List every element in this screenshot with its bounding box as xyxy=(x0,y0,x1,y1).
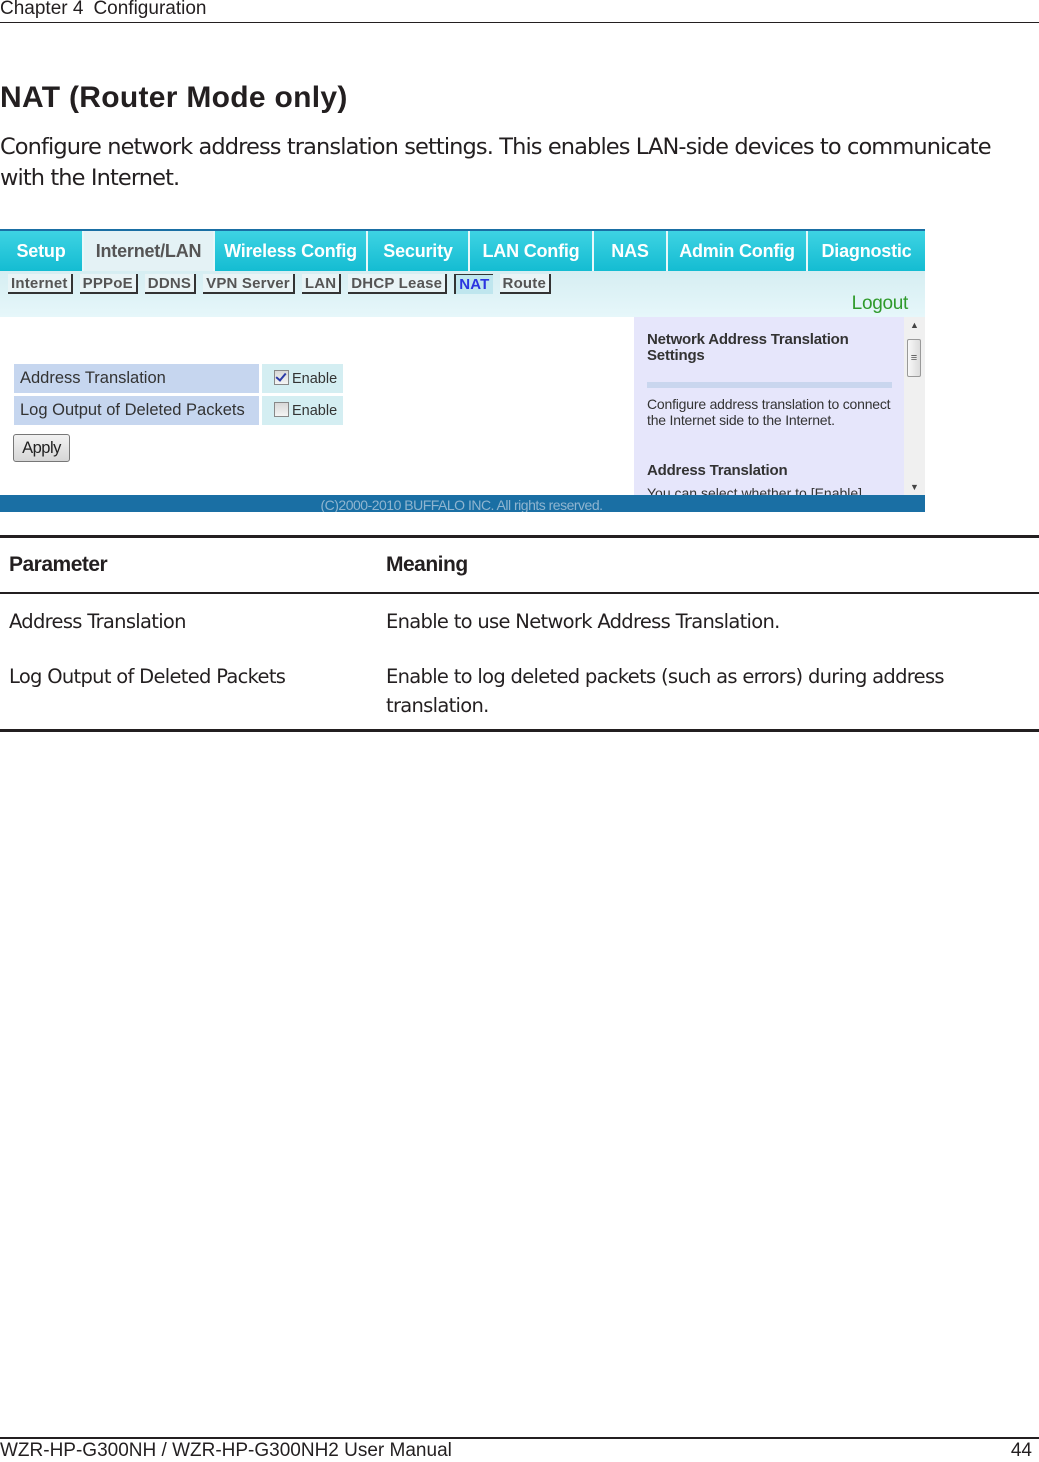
tab-internet-lan[interactable]: Internet/LAN xyxy=(84,231,215,271)
help-title: Network Address Translation Settings xyxy=(647,331,849,364)
help-text-truncated: You can select whether to [Enable] xyxy=(647,485,863,495)
subtab-pppoe[interactable]: PPPoE xyxy=(79,274,138,294)
checkbox-label: Enable xyxy=(292,371,338,387)
subtab-dhcp-lease[interactable]: DHCP Lease xyxy=(348,274,448,294)
setting-value: Enable xyxy=(259,364,343,393)
nat-settings-form: Address Translation Enable Log Output of… xyxy=(14,361,343,428)
help-divider xyxy=(647,382,892,388)
setting-value: Enable xyxy=(259,396,343,425)
chapter-section: Configuration xyxy=(93,0,207,19)
tab-admin-config[interactable]: Admin Config xyxy=(668,231,808,271)
table-row-meaning: Enable to use Network Address Translatio… xyxy=(386,610,780,633)
scroll-down-arrow-icon[interactable]: ▼ xyxy=(904,479,925,495)
subtab-ddns[interactable]: DDNS xyxy=(144,274,197,294)
copyright-text: (C)2000-2010 BUFFALO INC. All rights res… xyxy=(320,497,603,512)
tab-security[interactable]: Security xyxy=(368,231,470,271)
intro-paragraph: Configure network address translation se… xyxy=(0,134,992,191)
chapter-header: Chapter 4 Configuration xyxy=(0,0,206,20)
scroll-thumb-grip-icon[interactable]: ≡ xyxy=(907,339,921,377)
router-screenshot: Setup Internet/LAN Wireless Config Secur… xyxy=(0,229,925,512)
subtab-route[interactable]: Route xyxy=(499,274,552,294)
logout-link[interactable]: Logout xyxy=(852,293,909,315)
table-top-rule xyxy=(0,535,1039,538)
subtab-internet[interactable]: Internet xyxy=(8,274,73,294)
subtab-vpn-server[interactable]: VPN Server xyxy=(203,274,295,294)
help-panel: Network Address Translation Settings Con… xyxy=(634,317,904,495)
tab-lan-config[interactable]: LAN Config xyxy=(470,231,594,271)
table-header-rule xyxy=(0,592,1039,594)
column-header-parameter: Parameter xyxy=(9,553,108,576)
help-subtitle: Address Translation xyxy=(647,462,788,479)
router-copyright: (C)2000-2010 BUFFALO INC. All rights res… xyxy=(0,495,925,512)
tab-nas[interactable]: NAS xyxy=(594,231,668,271)
sub-navigation: Internet PPPoE DDNS VPN Server LAN DHCP … xyxy=(0,271,925,317)
table-row-parameter: Address Translation xyxy=(9,610,187,633)
header-rule xyxy=(0,22,1039,23)
setting-label: Address Translation xyxy=(14,364,259,393)
tab-setup[interactable]: Setup xyxy=(0,231,84,271)
help-text: Configure address translation to connect… xyxy=(647,396,891,428)
column-header-meaning: Meaning xyxy=(386,553,468,576)
table-bottom-rule xyxy=(0,729,1039,732)
address-translation-checkbox[interactable] xyxy=(274,370,289,385)
page-title: NAT (Router Mode only) xyxy=(0,81,348,114)
table-row-parameter: Log Output of Deleted Packets xyxy=(9,665,286,688)
subtab-lan[interactable]: LAN xyxy=(301,274,342,294)
log-deleted-packets-checkbox[interactable] xyxy=(274,402,289,417)
scroll-up-arrow-icon[interactable]: ▲ xyxy=(904,317,925,333)
table-row-meaning: Enable to log deleted packets (such as e… xyxy=(386,665,945,717)
setting-label: Log Output of Deleted Packets xyxy=(14,396,259,425)
tab-diagnostic[interactable]: Diagnostic xyxy=(808,231,925,271)
setting-row-log-deleted-packets: Log Output of Deleted Packets Enable xyxy=(14,396,343,425)
help-scrollbar[interactable]: ▲ ≡ ▼ xyxy=(904,317,925,495)
subtab-nat[interactable]: NAT xyxy=(454,274,493,294)
checkbox-label: Enable xyxy=(292,403,338,419)
chapter-number: Chapter 4 xyxy=(0,0,84,19)
main-tab-bar: Setup Internet/LAN Wireless Config Secur… xyxy=(0,231,925,271)
setting-row-address-translation: Address Translation Enable xyxy=(14,364,343,393)
apply-button[interactable]: Apply xyxy=(13,434,70,462)
tab-wireless-config[interactable]: Wireless Config xyxy=(215,231,368,271)
footer-rule xyxy=(0,1437,1039,1439)
settings-panel: Address Translation Enable Log Output of… xyxy=(0,317,634,495)
